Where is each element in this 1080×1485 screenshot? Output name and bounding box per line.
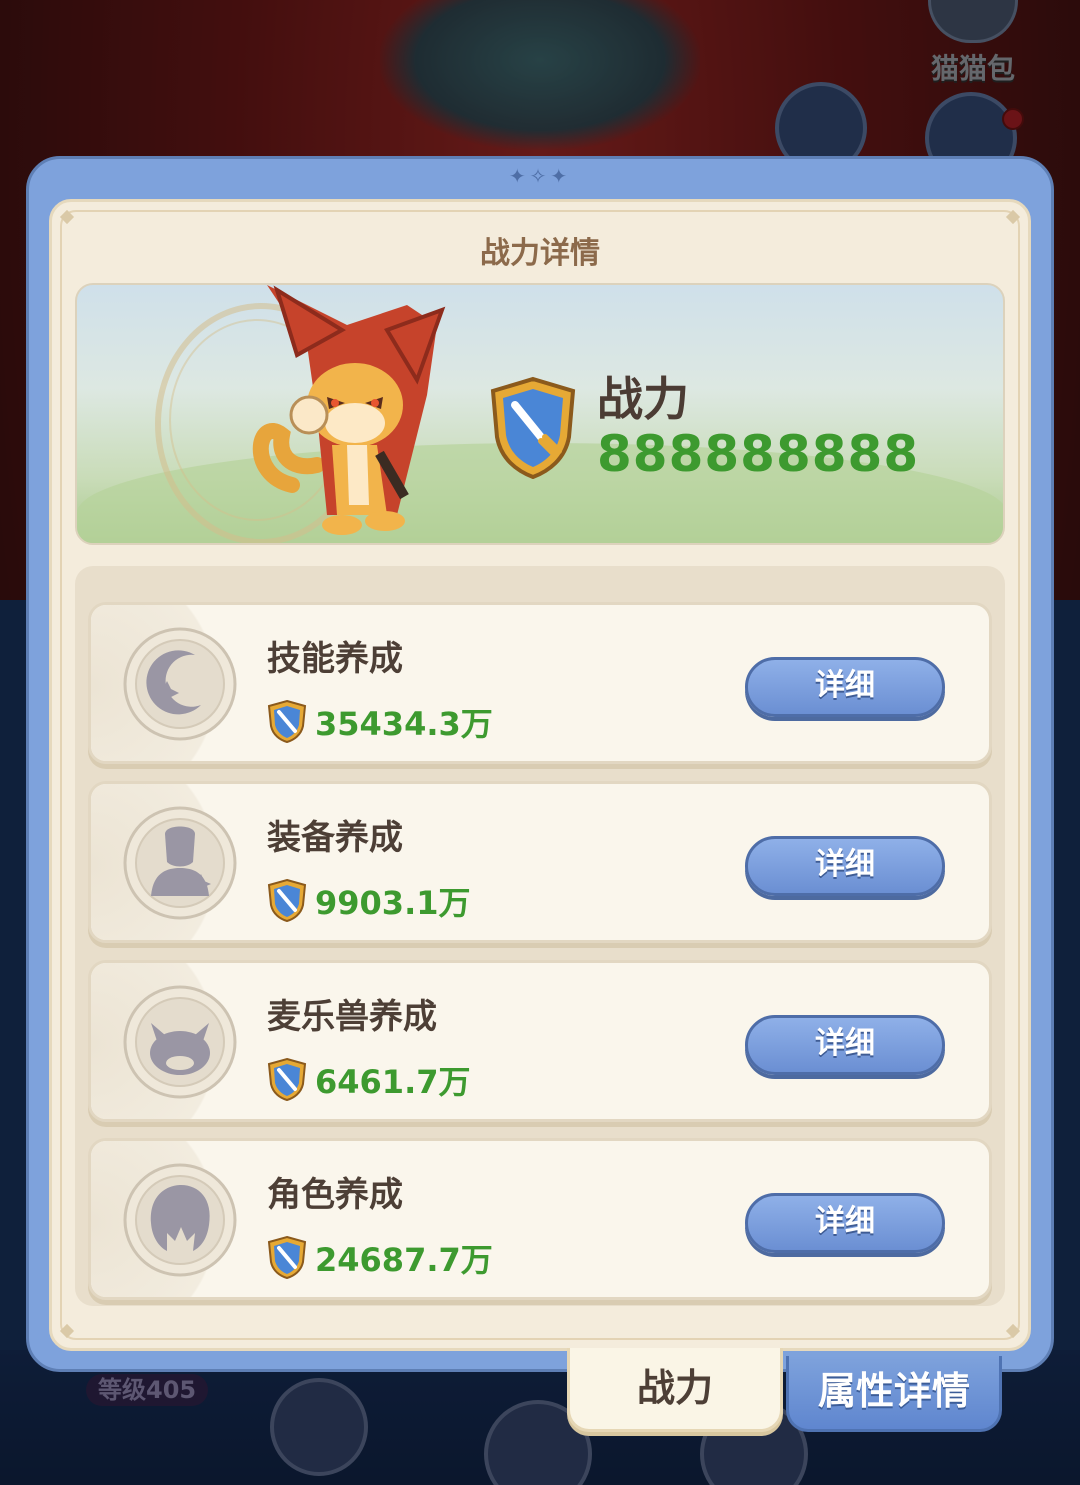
equipment-detail-button[interactable]: 详细 [745,836,945,896]
list-item-character: 角色养成 24687.7万 详细 [88,1138,992,1300]
item-power-value: 24687.7万 [315,1241,493,1279]
power-shield-icon [267,699,307,743]
power-shield-icon [267,1235,307,1279]
skill-detail-button[interactable]: 详细 [745,657,945,717]
item-name: 角色养成 [267,1175,403,1215]
list-item-skill: 技能养成 35434.3万 详细 [88,602,992,764]
power-label: 战力 [597,372,689,426]
character-detail-button[interactable]: 详细 [745,1193,945,1253]
equipment-bust-icon [123,806,237,920]
list-item-pet: 麦乐兽养成 6461.7万 详细 [88,960,992,1122]
cat-face-icon [123,985,237,1099]
moon-star-icon [123,627,237,741]
pet-detail-button[interactable]: 详细 [745,1015,945,1075]
power-value: 888888888 [597,425,920,483]
modal-top-ornament-icon: ✦✧✦ [508,164,572,188]
item-name: 装备养成 [267,818,403,858]
item-name: 麦乐兽养成 [267,997,437,1037]
item-power-value: 9903.1万 [315,884,471,922]
modal-title: 战力详情 [480,236,600,271]
power-shield-icon [267,878,307,922]
power-shield-icon [490,376,576,479]
tab-attribute-details[interactable]: 属性详情 [786,1356,1002,1432]
cat-mascot-icon [252,285,446,535]
item-name: 技能养成 [267,639,403,679]
character-head-icon [123,1163,237,1277]
power-hero-banner: 战力 888888888 [75,283,1005,545]
item-power-value: 6461.7万 [315,1063,471,1101]
list-item-equipment: 装备养成 9903.1万 详细 [88,781,992,943]
item-power-value: 35434.3万 [315,705,493,743]
tab-power[interactable]: 战力 [567,1348,783,1432]
power-shield-icon [267,1057,307,1101]
